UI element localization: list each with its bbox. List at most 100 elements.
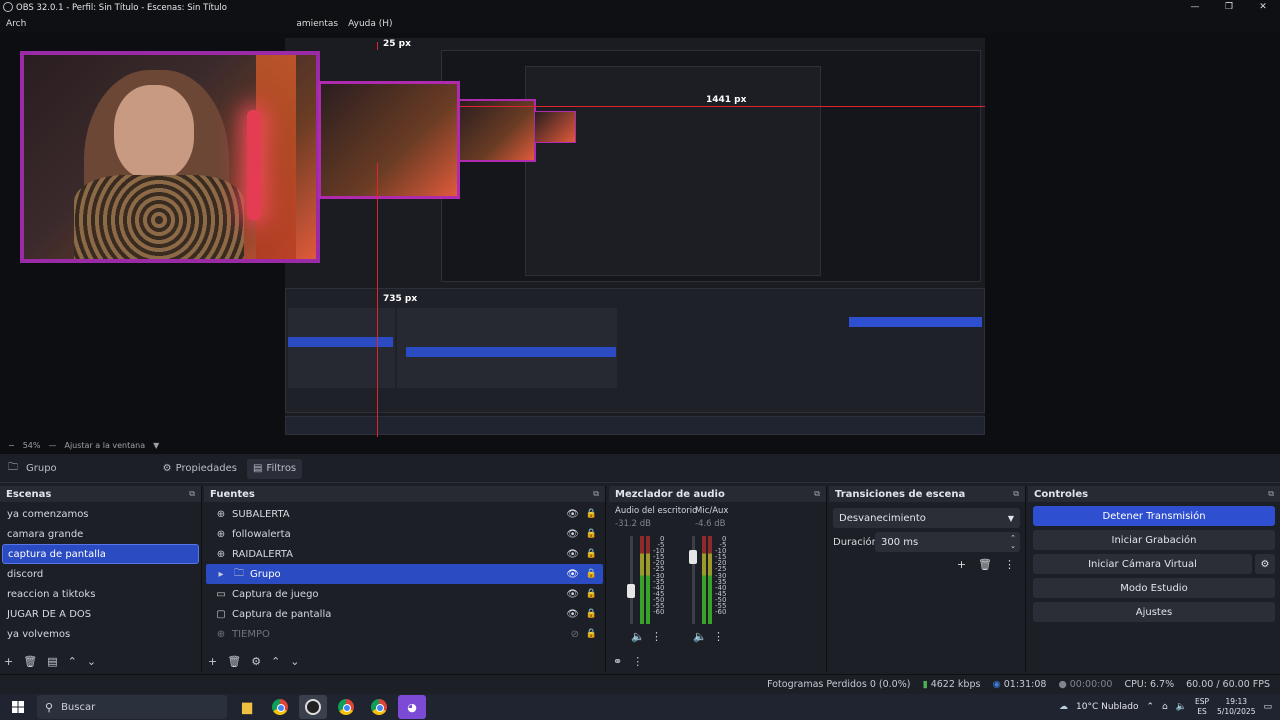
arrow-down-icon[interactable]: ⌄ [290,655,299,668]
arrow-down-icon[interactable]: ⌄ [87,655,96,668]
lock-icon[interactable]: 🔒 [586,549,597,559]
restore-button[interactable]: ❐ [1212,0,1246,15]
chrome-icon[interactable] [365,695,393,719]
filter-icon[interactable]: ▤ [47,655,57,668]
chrome-icon[interactable] [266,695,294,719]
spinner-icon[interactable]: ⌃ ⌄ [1010,534,1016,550]
minimize-button[interactable]: — [1178,0,1212,15]
fit-window-label[interactable]: Ajustar a la ventana [64,441,145,450]
source-item[interactable]: ▭ Captura de juego 👁 🔒 [206,584,603,604]
settings-button[interactable]: Ajustes [1033,602,1275,622]
lock-icon[interactable]: 🔒 [586,509,597,519]
lock-icon[interactable]: 🔒 [586,629,597,639]
undock-icon[interactable]: ⧉ [814,489,820,499]
file-explorer-icon[interactable]: ▆ [233,695,261,719]
eye-icon[interactable]: 👁 [566,549,579,560]
filters-button[interactable]: ▤ Filtros [246,458,303,479]
trash-icon[interactable]: 🗑 [978,558,992,571]
scene-item[interactable]: JUGAR DE A DOS [2,604,199,624]
more-vertical-icon[interactable]: ⋮ [632,655,643,668]
eye-icon[interactable]: 👁 [566,609,579,620]
scene-item[interactable]: ya comenzamos [2,504,199,524]
volume-slider-track[interactable] [630,536,633,624]
language-indicator[interactable]: ESP ES [1195,697,1209,717]
clock[interactable]: 19:13 5/10/2025 [1217,697,1255,717]
more-vertical-icon[interactable]: ⋮ [1004,558,1015,571]
eye-icon[interactable]: 👁 [566,509,579,520]
lock-icon[interactable]: 🔒 [586,609,597,619]
source-item[interactable]: ⊕ followalerta 👁 🔒 [206,524,603,544]
weather-icon[interactable]: ☁ [1059,702,1068,712]
scene-item-selected[interactable]: captura de pantalla [2,544,199,564]
link-icon[interactable]: ⚭ [613,655,622,668]
notification-icon[interactable]: ▭ [1263,702,1272,712]
volume-slider-handle[interactable] [689,550,697,564]
gear-icon[interactable]: ⚙ [1255,554,1275,574]
chrome-icon[interactable] [332,695,360,719]
lock-icon[interactable]: 🔒 [586,529,597,539]
zoom-level[interactable]: 54% [23,441,41,450]
transition-select[interactable]: Desvanecimiento ▼ [833,508,1020,528]
stop-stream-button[interactable]: Detener Transmisión [1033,506,1275,526]
duration-value: 300 ms [881,536,919,548]
eye-hidden-icon[interactable]: ⊘ [571,629,579,640]
volume-slider-handle[interactable] [627,584,635,598]
more-vertical-icon[interactable]: ⋮ [713,630,724,643]
menu-ayuda[interactable]: Ayuda (H) [348,19,392,29]
eye-icon[interactable]: 👁 [566,529,579,540]
add-icon[interactable]: + [4,655,13,668]
source-item[interactable]: ▢ Captura de pantalla 👁 🔒 [206,604,603,624]
lock-icon[interactable]: 🔒 [586,569,597,579]
arrow-up-icon[interactable]: ⌃ [68,655,77,668]
menu-herramientas[interactable]: amientas [296,19,338,29]
scene-item[interactable]: camara grande [2,524,199,544]
eye-icon[interactable]: 👁 [566,569,579,580]
eye-icon[interactable]: 👁 [566,589,579,600]
add-icon[interactable]: + [208,655,217,668]
undock-icon[interactable]: ⧉ [1268,489,1274,499]
duration-input[interactable]: 300 ms ⌃ ⌄ [875,532,1020,552]
preview-area[interactable]: 25 px 1441 px 735 px [0,33,1280,437]
taskbar-search[interactable]: ⚲ Buscar [37,695,227,719]
start-recording-button[interactable]: Iniciar Grabación [1033,530,1275,550]
add-icon[interactable]: + [957,558,966,571]
webcam-feed[interactable] [20,51,320,263]
undock-icon[interactable]: ⧉ [593,489,599,499]
filters-label: Filtros [266,463,297,474]
source-item-hidden[interactable]: ⊕ TIEMPO ⊘ 🔒 [206,624,603,644]
scene-item[interactable]: ya volvemos [2,624,199,644]
speaker-icon[interactable]: 🔈 [693,630,707,643]
source-item-selected[interactable]: ▸ 🗀 Grupo 👁 🔒 [206,564,603,584]
gear-icon[interactable]: ⚙ [251,655,261,668]
zoom-out-icon[interactable]: − [8,441,15,450]
network-icon[interactable]: ⌂ [1162,702,1168,712]
chevron-right-icon[interactable]: ▸ [214,569,228,580]
weather-text[interactable]: 10°C Nublado [1076,702,1138,712]
lock-icon[interactable]: 🔒 [586,589,597,599]
trash-icon[interactable]: 🗑 [23,655,37,668]
chevron-down-icon[interactable]: ▼ [153,441,159,450]
obs-icon[interactable] [299,695,327,719]
undock-icon[interactable]: ⧉ [1013,489,1019,499]
menu-archivo[interactable]: Arch [6,19,26,29]
undock-icon[interactable]: ⧉ [189,489,195,499]
windows-start-icon[interactable] [4,695,32,719]
chevron-up-icon[interactable]: ⌃ [1147,702,1155,712]
arrow-up-icon[interactable]: ⌃ [271,655,280,668]
controls-header: Controles ⧉ [1028,486,1280,502]
scene-item[interactable]: discord [2,564,199,584]
source-item[interactable]: ⊕ SUBALERTA 👁 🔒 [206,504,603,524]
close-button[interactable]: ✕ [1246,0,1280,15]
properties-button[interactable]: ⚙ Propiedades [157,459,243,479]
studio-mode-button[interactable]: Modo Estudio [1033,578,1275,598]
discord-icon[interactable]: ◕ [398,695,426,719]
volume-icon[interactable]: 🔈 [1176,702,1187,712]
start-virtual-camera-button[interactable]: Iniciar Cámara Virtual [1033,554,1252,574]
scenes-title: Escenas [6,488,52,500]
zoom-in-icon[interactable]: — [48,441,56,450]
more-vertical-icon[interactable]: ⋮ [651,630,662,643]
speaker-icon[interactable]: 🔈 [631,630,645,643]
trash-icon[interactable]: 🗑 [227,655,241,668]
source-item[interactable]: ⊕ RAIDALERTA 👁 🔒 [206,544,603,564]
scene-item[interactable]: reaccion a tiktoks [2,584,199,604]
